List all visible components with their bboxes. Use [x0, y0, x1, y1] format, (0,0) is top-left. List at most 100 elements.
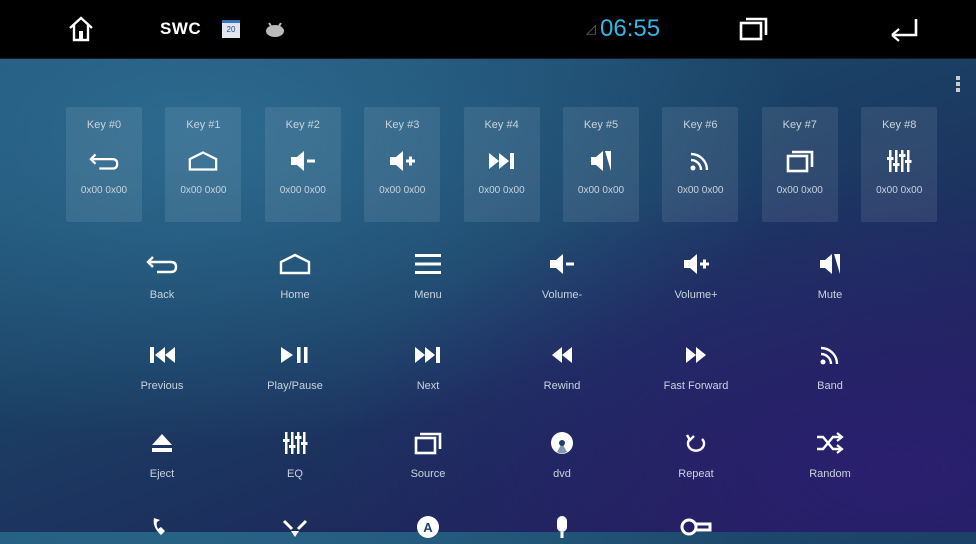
function-button[interactable]: Next: [373, 338, 483, 392]
function-button[interactable]: Mute: [775, 247, 885, 301]
function-button[interactable]: A: [373, 510, 483, 544]
hang-up-icon: [275, 510, 315, 544]
key-label: Key #1: [186, 119, 221, 131]
function-label: Band: [817, 380, 843, 392]
volume-down-icon: [287, 147, 319, 175]
function-label: Play/Pause: [267, 380, 323, 392]
key-label: Key #6: [683, 119, 718, 131]
microphone-icon: [542, 510, 582, 544]
home-nav-icon[interactable]: [66, 0, 96, 58]
calendar-icon: 20: [222, 0, 240, 58]
key-code: 0x00 0x00: [279, 185, 326, 196]
next-track-icon: [486, 147, 518, 175]
function-label: Mute: [817, 289, 843, 301]
key-label: Key #7: [782, 119, 817, 131]
key-card[interactable]: Key #1 0x00 0x00: [165, 107, 242, 222]
status-group: ◿ 06:55: [586, 0, 660, 58]
function-button[interactable]: [107, 510, 217, 544]
key-label: Key #5: [583, 119, 619, 131]
function-button[interactable]: Repeat: [641, 426, 751, 480]
navigation-icon: A: [408, 510, 448, 544]
function-label: Eject: [149, 468, 175, 480]
home-icon: [187, 147, 219, 175]
band-icon: [810, 338, 850, 372]
function-button[interactable]: Fast Forward: [641, 338, 751, 392]
swc-label: SWC: [160, 19, 202, 38]
repeat-icon: [676, 426, 716, 460]
key-label: Key #8: [882, 119, 917, 131]
key-card[interactable]: Key #7 0x00 0x00: [761, 107, 838, 222]
function-label: Source: [410, 468, 446, 480]
function-button[interactable]: Back: [107, 247, 217, 301]
function-button[interactable]: Home: [240, 247, 350, 301]
key-code: 0x00 0x00: [80, 185, 128, 196]
function-button[interactable]: Rewind: [507, 338, 617, 392]
source-icon: [408, 426, 448, 460]
function-button[interactable]: Source: [373, 426, 483, 480]
next-track-icon: [408, 338, 448, 372]
android-debug-icon: [264, 0, 286, 58]
function-label: Back: [149, 289, 175, 301]
recent-apps-icon[interactable]: [738, 0, 770, 58]
key-card[interactable]: Key #3 0x00 0x00: [364, 107, 441, 222]
function-label: dvd: [553, 468, 571, 480]
play-pause-icon: [275, 338, 315, 372]
key-code: 0x00 0x00: [776, 185, 823, 196]
function-button[interactable]: [641, 510, 751, 544]
key-code: 0x00 0x00: [478, 185, 525, 196]
shuffle-icon: [810, 426, 850, 460]
function-button[interactable]: dvd: [507, 426, 617, 480]
function-button[interactable]: EQ: [240, 426, 350, 480]
function-label: Rewind: [543, 380, 581, 392]
key-card[interactable]: Key #6 0x00 0x00: [662, 107, 739, 222]
status-bar: SWC 20 ◿ 06:55: [0, 0, 976, 59]
mute-icon: [810, 247, 850, 281]
function-label: Next: [416, 380, 440, 392]
function-label: EQ: [287, 468, 303, 480]
svg-text:A: A: [423, 520, 433, 535]
function-button[interactable]: Volume-: [507, 247, 617, 301]
key-card[interactable]: Key #4 0x00 0x00: [463, 107, 540, 222]
key-code: 0x00 0x00: [180, 185, 227, 196]
function-label: Previous: [140, 380, 184, 392]
function-label: Repeat: [678, 468, 714, 480]
key-card[interactable]: Key #0 0x00 0x00: [66, 107, 142, 222]
function-label: Random: [809, 468, 851, 480]
function-button[interactable]: [507, 510, 617, 544]
source-icon: [784, 147, 816, 175]
key-code: 0x00 0x00: [677, 185, 724, 196]
key-label: Key #2: [285, 119, 320, 131]
equalizer-icon: [883, 147, 915, 175]
clock: 06:55: [600, 15, 661, 42]
function-button[interactable]: Play/Pause: [240, 338, 350, 392]
function-button[interactable]: Band: [775, 338, 885, 392]
back-arrow-icon: [88, 147, 120, 175]
equalizer-icon: [275, 426, 315, 460]
function-button[interactable]: Volume+: [641, 247, 751, 301]
back-nav-icon[interactable]: [888, 0, 922, 58]
function-button[interactable]: [240, 510, 350, 544]
key-label: Key #0: [86, 119, 122, 131]
key-card[interactable]: Key #5 0x00 0x00: [563, 107, 639, 222]
key-icon: [676, 510, 716, 544]
function-label: Fast Forward: [663, 380, 729, 392]
function-button[interactable]: Eject: [107, 426, 217, 480]
key-code: 0x00 0x00: [876, 185, 923, 196]
key-card[interactable]: Key #8 0x00 0x00: [861, 107, 938, 222]
fast-forward-icon: [676, 338, 716, 372]
function-label: Volume+: [674, 289, 718, 301]
phone-icon: [142, 510, 182, 544]
function-button[interactable]: Previous: [107, 338, 217, 392]
signal-icon: ◿: [586, 21, 596, 36]
eject-icon: [142, 426, 182, 460]
key-code: 0x00 0x00: [379, 185, 426, 196]
back-arrow-icon: [142, 247, 182, 281]
key-card[interactable]: Key #2 0x00 0x00: [264, 107, 341, 222]
dvd-icon: [542, 426, 582, 460]
overflow-menu-icon[interactable]: [956, 76, 960, 94]
function-button[interactable]: Menu: [373, 247, 483, 301]
function-button[interactable]: Random: [775, 426, 885, 480]
band-icon: [684, 147, 716, 175]
key-label: Key #4: [484, 119, 519, 131]
home-icon: [275, 247, 315, 281]
